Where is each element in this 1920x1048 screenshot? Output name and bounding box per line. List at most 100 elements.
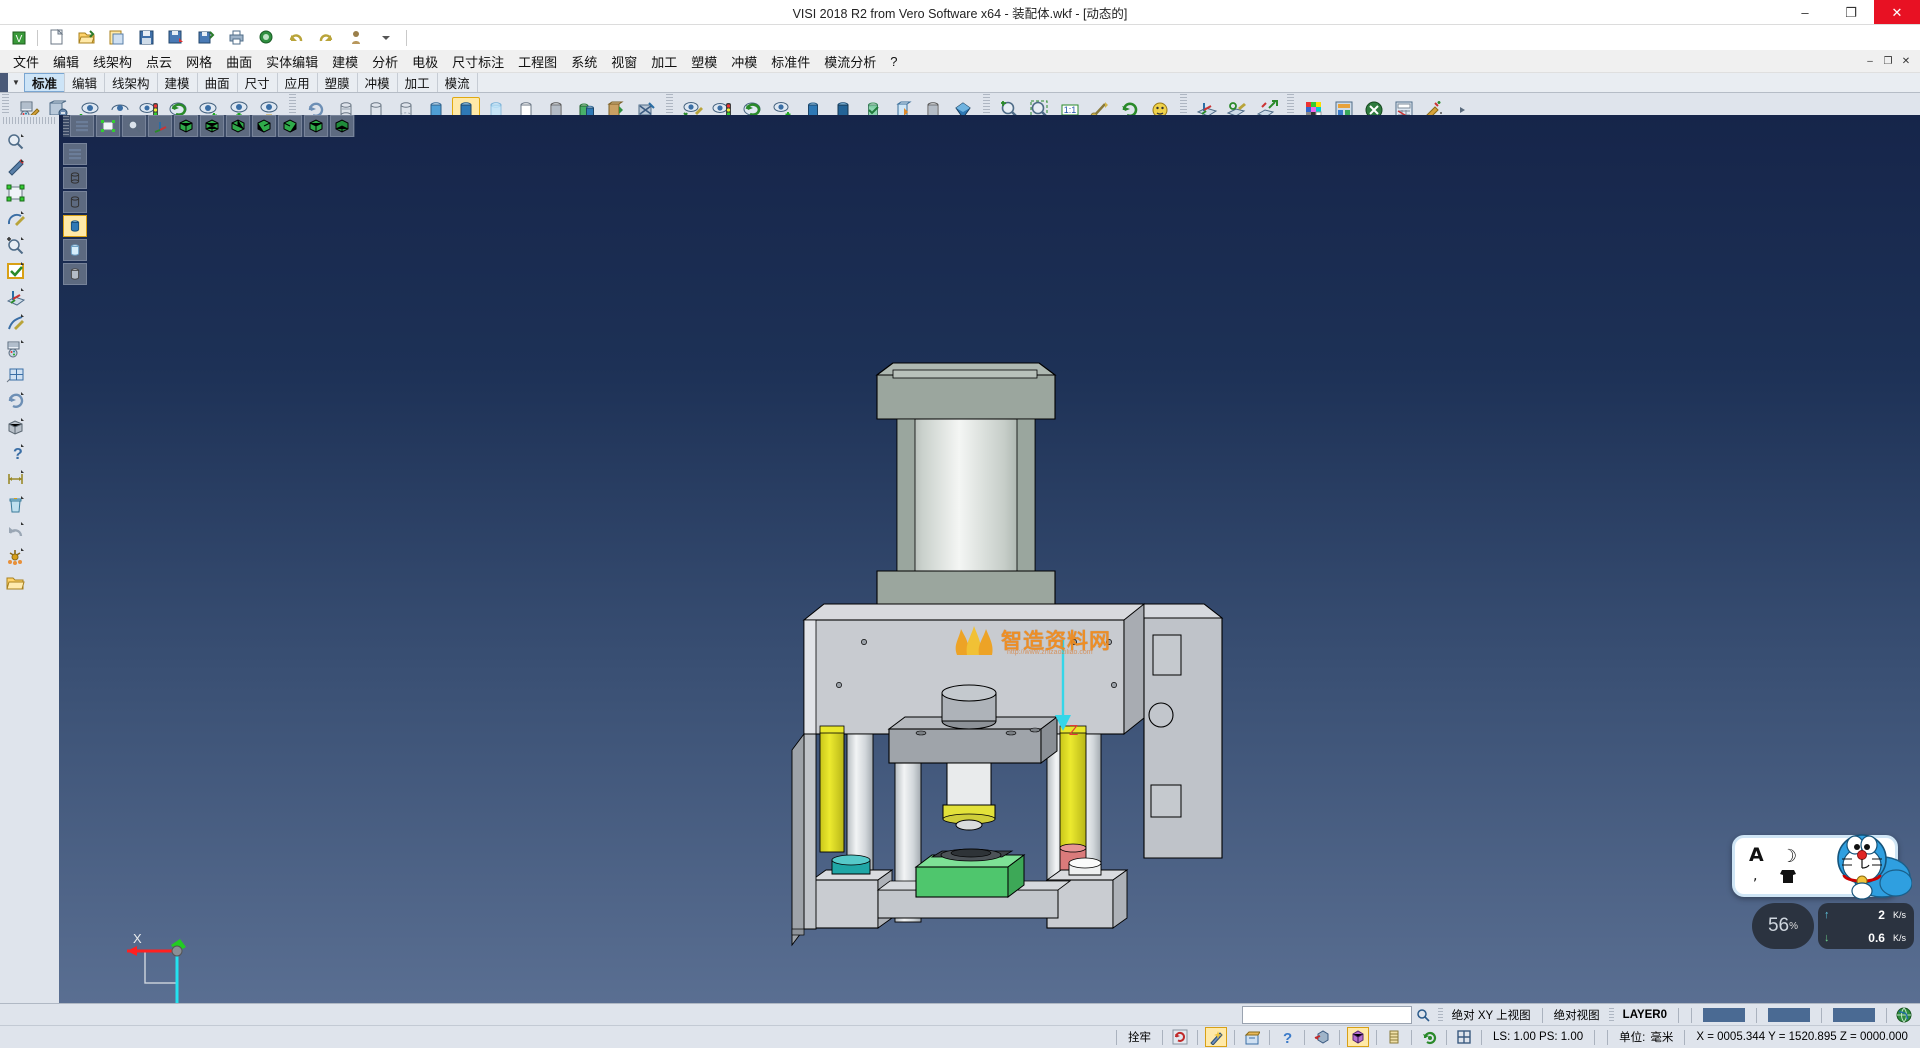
menu-item-11[interactable]: 工程图 xyxy=(511,50,564,73)
help-snap-icon[interactable]: ? xyxy=(1277,1028,1297,1046)
regen-icon[interactable] xyxy=(2,388,30,414)
save-all-icon[interactable] xyxy=(192,25,220,51)
tab-modeling[interactable]: 建模 xyxy=(157,73,198,92)
z-axis-label: Z xyxy=(1069,722,1078,739)
minimize-button[interactable]: – xyxy=(1782,0,1828,24)
zoom-in-icon[interactable] xyxy=(2,232,30,258)
divider xyxy=(1116,1030,1117,1045)
menu-item-14[interactable]: 加工 xyxy=(644,50,684,73)
dimension-icon[interactable] xyxy=(2,466,30,492)
doc-close-button[interactable]: ✕ xyxy=(1898,53,1914,69)
regen-snap-icon[interactable] xyxy=(1170,1028,1190,1046)
open-file-icon[interactable] xyxy=(72,25,100,51)
menu-item-9[interactable]: 电极 xyxy=(405,50,445,73)
menu-item-6[interactable]: 实体编辑 xyxy=(259,50,325,73)
open-recent-icon[interactable] xyxy=(102,25,130,51)
absolute-view-label[interactable]: 绝对视图 xyxy=(1549,1007,1605,1023)
tab-moulding[interactable]: 塑膜 xyxy=(317,73,358,92)
tab-standard[interactable]: 标准 xyxy=(24,73,65,92)
title-bar: VISI 2018 R2 from Vero Software x64 - 装配… xyxy=(0,0,1920,25)
color-swatch-1[interactable] xyxy=(1703,1008,1745,1022)
menu-item-12[interactable]: 系统 xyxy=(564,50,604,73)
command-search-input[interactable] xyxy=(1242,1006,1412,1024)
help-icon[interactable]: ? xyxy=(2,440,30,466)
menu-item-0[interactable]: 文件 xyxy=(6,50,46,73)
menu-item-16[interactable]: 冲模 xyxy=(724,50,764,73)
left-tool-palette: ? xyxy=(0,115,60,1017)
tab-wireframe[interactable]: 线架构 xyxy=(104,73,158,92)
rotate-snap-icon[interactable] xyxy=(1419,1028,1439,1046)
tab-flow[interactable]: 模流 xyxy=(437,73,478,92)
color-swatch-2[interactable] xyxy=(1768,1008,1810,1022)
macro-icon[interactable] xyxy=(342,25,370,51)
menu-item-17[interactable]: 标准件 xyxy=(764,50,817,73)
tab-strip-grip[interactable] xyxy=(0,73,8,92)
menu-item-15[interactable]: 塑模 xyxy=(684,50,724,73)
menu-item-3[interactable]: 点云 xyxy=(139,50,179,73)
tab-surface[interactable]: 曲面 xyxy=(197,73,238,92)
menu-item-1[interactable]: 编辑 xyxy=(46,50,86,73)
cad-model-hydraulic-press[interactable]: Z xyxy=(59,115,1920,1017)
print-preview-icon[interactable] xyxy=(252,25,280,51)
delete-icon[interactable] xyxy=(2,492,30,518)
layers-snap-icon[interactable] xyxy=(1384,1028,1404,1046)
redo-icon[interactable] xyxy=(312,25,340,51)
palette-icon[interactable] xyxy=(2,336,30,362)
search-icon[interactable] xyxy=(1413,1006,1433,1024)
explode-icon[interactable] xyxy=(2,544,30,570)
color-swatch-3[interactable] xyxy=(1833,1008,1875,1022)
save-icon[interactable] xyxy=(132,25,160,51)
check-selection-icon[interactable] xyxy=(2,258,30,284)
fit-window-icon[interactable] xyxy=(2,180,30,206)
workplane-icon[interactable] xyxy=(2,284,30,310)
tab-application[interactable]: 应用 xyxy=(277,73,318,92)
menu-item-5[interactable]: 曲面 xyxy=(219,50,259,73)
desktop-widget[interactable]: A , ☽ xyxy=(1732,835,1908,905)
menu-item-4[interactable]: 网格 xyxy=(179,50,219,73)
overflow-chevron-icon[interactable] xyxy=(372,25,400,51)
snap-label[interactable]: 拴牢 xyxy=(1123,1029,1156,1045)
units-value[interactable]: 毫米 xyxy=(1650,1029,1678,1045)
close-button[interactable]: ✕ xyxy=(1874,0,1920,24)
maximize-button[interactable]: ❐ xyxy=(1828,0,1874,24)
menu-item-18[interactable]: 模流分析 xyxy=(817,50,883,73)
print-icon[interactable] xyxy=(222,25,250,51)
tab-dimension[interactable]: 尺寸 xyxy=(237,73,278,92)
layer-label[interactable]: LAYER0 xyxy=(1618,1009,1672,1021)
new-file-icon[interactable] xyxy=(42,25,70,51)
tab-dropdown-chevron-icon[interactable]: ▼ xyxy=(8,73,24,92)
cube-snap-icon[interactable] xyxy=(1312,1028,1332,1046)
comma-icon: , xyxy=(1753,868,1757,884)
magic-wand-icon[interactable] xyxy=(1205,1027,1227,1047)
sketch-edit-icon[interactable] xyxy=(2,154,30,180)
green-die-block xyxy=(916,849,1024,897)
save-as-icon[interactable] xyxy=(162,25,190,51)
tab-machining[interactable]: 加工 xyxy=(397,73,438,92)
view-mode-label[interactable]: 绝对 XY 上视图 xyxy=(1447,1007,1536,1023)
box-snap-icon[interactable] xyxy=(1242,1028,1262,1046)
curve-edit-icon[interactable] xyxy=(2,206,30,232)
menu-item-10[interactable]: 尺寸标注 xyxy=(445,50,511,73)
doc-minimize-button[interactable]: – xyxy=(1862,53,1878,69)
divider xyxy=(1607,1030,1608,1045)
menu-item-8[interactable]: 分析 xyxy=(365,50,405,73)
doc-restore-button[interactable]: ❐ xyxy=(1880,53,1896,69)
menu-item-2[interactable]: 线架构 xyxy=(86,50,139,73)
tab-progress-die[interactable]: 冲模 xyxy=(357,73,398,92)
globe-icon[interactable] xyxy=(1894,1006,1914,1024)
grid-snap-icon[interactable] xyxy=(1454,1028,1474,1046)
solid-icon[interactable] xyxy=(2,414,30,440)
tab-edit[interactable]: 编辑 xyxy=(64,73,105,92)
3d-viewport[interactable]: Z 智造资料网 http://www.zhizaoziliao.com X xyxy=(59,115,1920,1017)
modify-icon[interactable] xyxy=(2,310,30,336)
menu-item-7[interactable]: 建模 xyxy=(325,50,365,73)
open-folder-icon[interactable] xyxy=(2,570,30,596)
solid-snap-icon[interactable] xyxy=(1347,1027,1369,1047)
grid-icon[interactable] xyxy=(2,362,30,388)
left-palette-grip[interactable] xyxy=(3,117,56,124)
menu-item-13[interactable]: 视窗 xyxy=(604,50,644,73)
menu-item-19[interactable]: ? xyxy=(883,52,904,71)
undo-icon[interactable] xyxy=(2,518,30,544)
zoom-window-icon[interactable] xyxy=(2,128,30,154)
undo-icon[interactable] xyxy=(282,25,310,51)
